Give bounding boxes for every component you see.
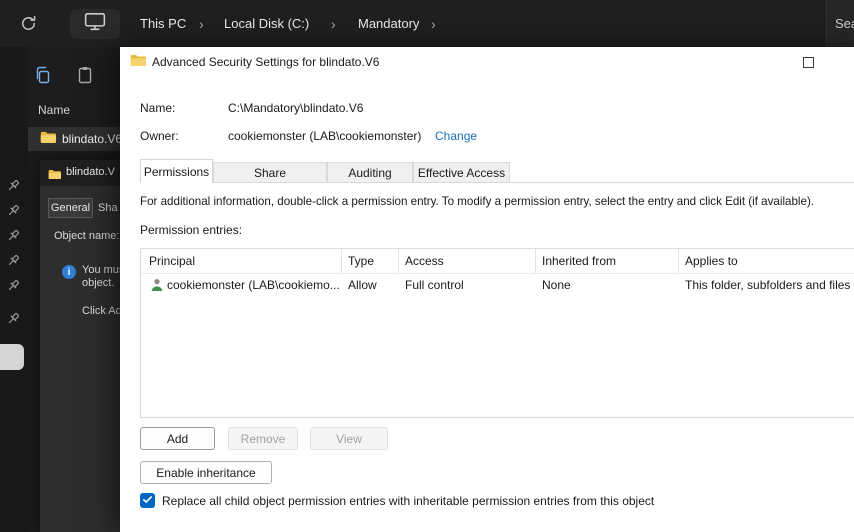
chevron-right-icon: ›: [199, 15, 204, 32]
permission-entries-label: Permission entries:: [140, 223, 243, 237]
pin-icon[interactable]: [6, 228, 21, 248]
cell-principal: cookiemonster (LAB\cookiemo...: [167, 278, 340, 292]
file-name: blindato.V6: [62, 132, 123, 146]
copy-icon[interactable]: [34, 66, 52, 89]
column-inherited-from[interactable]: Inherited from: [542, 254, 616, 268]
properties-info-line2: object.: [82, 277, 115, 289]
folder-icon: [40, 131, 56, 149]
permissions-description: For additional information, double-click…: [140, 195, 815, 208]
monitor-icon: [84, 12, 106, 36]
paste-icon[interactable]: [76, 66, 94, 89]
file-row-blindato[interactable]: blindato.V6: [28, 127, 123, 151]
folder-icon: [48, 167, 61, 185]
check-icon: [142, 492, 153, 510]
properties-titlebar[interactable]: blindato.V: [40, 160, 120, 186]
properties-info-line1: You mus: [82, 264, 120, 276]
properties-click-line: Click Ad: [82, 305, 120, 317]
screen: This PC › Local Disk (C:) › Mandatory › …: [0, 0, 854, 532]
table-row[interactable]: cookiemonster (LAB\cookiemo... Allow Ful…: [141, 275, 854, 297]
column-applies-to[interactable]: Applies to: [685, 254, 738, 268]
explorer-address-bar: This PC › Local Disk (C:) › Mandatory › …: [0, 0, 854, 47]
name-label: Name:: [140, 101, 176, 115]
enable-inheritance-button[interactable]: Enable inheritance: [140, 461, 272, 484]
breadcrumb-this-pc[interactable]: This PC: [140, 0, 186, 47]
rail-selected-item[interactable]: [0, 344, 24, 370]
column-divider: [341, 249, 342, 273]
column-divider: [398, 249, 399, 273]
user-icon: [149, 277, 165, 298]
view-button[interactable]: View: [310, 427, 388, 450]
properties-dialog: blindato.V General Sha Object name: i Yo…: [40, 160, 120, 532]
column-divider: [678, 249, 679, 273]
dialog-title: Advanced Security Settings for blindato.…: [152, 55, 380, 69]
tab-effective-access[interactable]: Effective Access: [413, 162, 510, 183]
column-access[interactable]: Access: [405, 254, 444, 268]
chevron-right-icon: ›: [431, 15, 436, 32]
tab-share[interactable]: Share: [213, 162, 327, 183]
tab-permissions[interactable]: Permissions: [140, 159, 213, 183]
permission-entries-table[interactable]: Principal Type Access Inherited from App…: [140, 248, 854, 418]
pin-icon[interactable]: [6, 278, 21, 298]
breadcrumb-mandatory[interactable]: Mandatory: [358, 0, 419, 47]
add-button[interactable]: Add: [140, 427, 215, 450]
cell-applies-to: This folder, subfolders and files: [685, 278, 851, 292]
object-name-label: Object name:: [54, 230, 120, 242]
replace-permissions-checkbox[interactable]: [140, 493, 155, 508]
cell-inherited-from: None: [542, 278, 571, 292]
column-principal[interactable]: Principal: [149, 254, 195, 268]
info-icon: i: [62, 265, 76, 279]
refresh-icon[interactable]: [20, 15, 38, 33]
owner-value: cookiemonster (LAB\cookiemonster): [228, 129, 422, 143]
name-value: C:\Mandatory\blindato.V6: [228, 101, 364, 115]
tab-auditing[interactable]: Auditing: [327, 162, 413, 183]
properties-dialog-title: blindato.V: [66, 166, 115, 178]
change-owner-link[interactable]: Change: [435, 129, 477, 143]
remove-button[interactable]: Remove: [228, 427, 298, 450]
header-divider: [141, 273, 854, 274]
search-text: Sea: [835, 16, 854, 31]
chevron-right-icon: ›: [331, 15, 336, 32]
folder-icon: [130, 54, 146, 72]
pin-icon[interactable]: [6, 203, 21, 223]
owner-label: Owner:: [140, 129, 179, 143]
side-rail: [0, 47, 28, 532]
pin-icon[interactable]: [6, 253, 21, 273]
properties-tab-general[interactable]: General: [48, 198, 93, 218]
this-pc-tab[interactable]: [70, 9, 120, 39]
search-box[interactable]: Sea: [826, 0, 854, 47]
column-type[interactable]: Type: [348, 254, 374, 268]
maximize-icon[interactable]: [803, 57, 814, 68]
breadcrumb-local-disk[interactable]: Local Disk (C:): [224, 0, 309, 47]
advanced-security-dialog: Advanced Security Settings for blindato.…: [120, 47, 854, 532]
pin-icon[interactable]: [6, 178, 21, 198]
column-divider: [535, 249, 536, 273]
cell-type: Allow: [348, 278, 377, 292]
cell-access: Full control: [405, 278, 464, 292]
properties-tab-sharing[interactable]: Sha: [98, 202, 118, 214]
replace-permissions-label: Replace all child object permission entr…: [162, 494, 655, 508]
pin-icon[interactable]: [6, 311, 21, 331]
column-header-name[interactable]: Name: [38, 103, 70, 117]
